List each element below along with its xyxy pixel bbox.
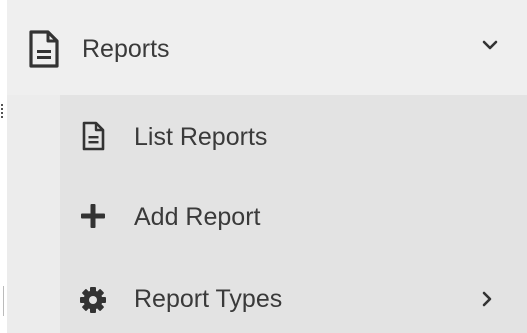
chevron-right-icon[interactable] xyxy=(480,289,494,309)
file-text-icon xyxy=(82,121,105,151)
plus-icon xyxy=(81,204,105,228)
file-text-icon xyxy=(29,30,59,68)
chevron-down-icon[interactable] xyxy=(480,38,500,52)
gear-icon xyxy=(80,287,106,313)
submenu-item-add-report[interactable]: Add Report xyxy=(60,175,527,255)
submenu-item-label: List Reports xyxy=(134,123,268,151)
edge-mark xyxy=(1,104,3,118)
left-edge-strip xyxy=(0,0,7,333)
submenu-item-label: Report Types xyxy=(134,285,283,313)
menu-item-label: Reports xyxy=(82,35,170,63)
submenu-item-label: Add Report xyxy=(134,203,261,231)
reports-menu: Reports List Reports Add Report Report T… xyxy=(0,0,527,333)
reports-submenu: List Reports Add Report Report Types xyxy=(60,95,527,333)
submenu-item-report-types[interactable]: Report Types xyxy=(60,255,527,333)
edge-line xyxy=(3,286,4,316)
menu-item-reports[interactable]: Reports xyxy=(7,0,527,95)
submenu-item-list-reports[interactable]: List Reports xyxy=(60,95,527,175)
